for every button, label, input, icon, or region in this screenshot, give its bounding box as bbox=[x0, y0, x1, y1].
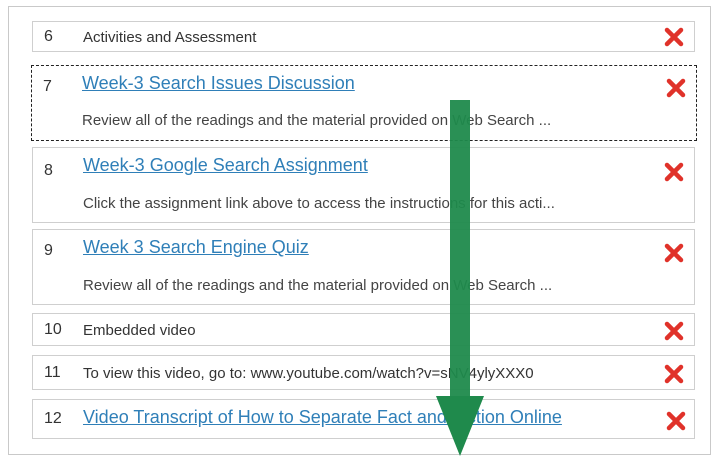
item-number: 7 bbox=[43, 78, 52, 95]
delete-icon[interactable] bbox=[666, 411, 686, 431]
list-item[interactable]: 10 Embedded video bbox=[32, 313, 695, 346]
item-title-link[interactable]: Video Transcript of How to Separate Fact… bbox=[83, 407, 562, 428]
delete-icon[interactable] bbox=[664, 321, 684, 341]
item-title-link[interactable]: Week-3 Search Issues Discussion bbox=[82, 73, 355, 94]
delete-icon[interactable] bbox=[664, 162, 684, 182]
item-number: 8 bbox=[44, 162, 53, 179]
item-description: Review all of the readings and the mater… bbox=[82, 112, 552, 129]
item-number: 6 bbox=[44, 28, 53, 45]
list-item[interactable]: 6 Activities and Assessment bbox=[32, 21, 695, 52]
item-title-link[interactable]: Week 3 Search Engine Quiz bbox=[83, 237, 309, 258]
delete-icon[interactable] bbox=[664, 27, 684, 47]
list-item-dragging[interactable]: 7 Week-3 Search Issues Discussion Review… bbox=[31, 65, 697, 141]
list-item[interactable]: 9 Week 3 Search Engine Quiz Review all o… bbox=[32, 229, 695, 305]
item-number: 12 bbox=[44, 410, 62, 427]
delete-icon[interactable] bbox=[666, 78, 686, 98]
list-item[interactable]: 8 Week-3 Google Search Assignment Click … bbox=[32, 147, 695, 223]
item-title: Embedded video bbox=[83, 322, 196, 339]
item-title-link[interactable]: Week-3 Google Search Assignment bbox=[83, 155, 368, 176]
delete-icon[interactable] bbox=[664, 364, 684, 384]
item-title: Activities and Assessment bbox=[83, 29, 257, 46]
item-description: Click the assignment link above to acces… bbox=[83, 195, 555, 212]
list-item[interactable]: 12 Video Transcript of How to Separate F… bbox=[32, 399, 695, 439]
item-title: To view this video, go to: www.youtube.c… bbox=[83, 365, 534, 382]
list-item[interactable]: 11 To view this video, go to: www.youtub… bbox=[32, 355, 695, 390]
delete-icon[interactable] bbox=[664, 243, 684, 263]
item-number: 10 bbox=[44, 321, 62, 338]
item-number: 11 bbox=[44, 364, 61, 381]
content-list-panel: 6 Activities and Assessment 7 Week-3 Sea… bbox=[8, 6, 711, 455]
item-description: Review all of the readings and the mater… bbox=[83, 277, 553, 294]
item-number: 9 bbox=[44, 242, 53, 259]
